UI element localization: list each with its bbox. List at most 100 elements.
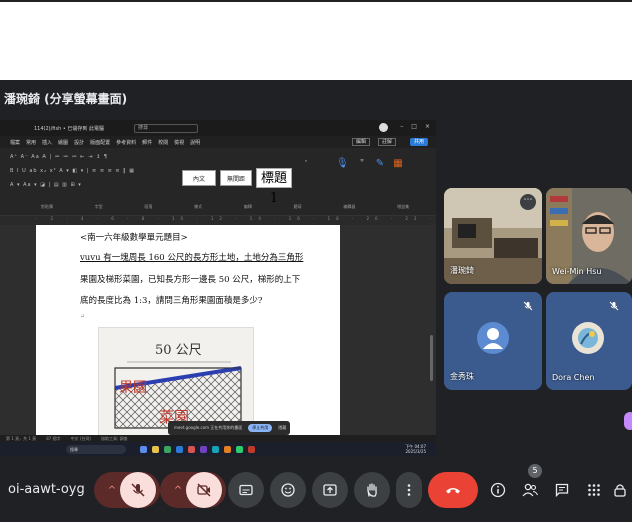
mic-toggle-button[interactable]	[120, 472, 156, 508]
chat-button[interactable]	[550, 478, 574, 502]
app-icon	[224, 445, 231, 453]
participant-tile-2[interactable]: Wei-Min Hsu	[546, 188, 632, 284]
group-label: 段落	[144, 204, 153, 209]
sensitivity-icon: ⛨	[360, 158, 364, 163]
windows-taskbar: 搜尋 下午 04:07 2025/3/25	[0, 442, 436, 456]
meeting-code: oi-aawt-oyg	[8, 482, 85, 497]
present-button[interactable]	[312, 472, 348, 508]
dictate-icon: 🎙	[336, 158, 349, 169]
minimize-icon: –	[400, 123, 404, 130]
word-search-box: 搜尋	[133, 123, 198, 133]
mic-off-icon	[520, 298, 536, 314]
participant-name: 金秀珠	[450, 372, 474, 381]
addins-icon: ▦	[393, 158, 403, 169]
info-icon	[490, 482, 506, 498]
chevron-up-icon: ^	[173, 484, 183, 496]
participant-name: Wei-Min Hsu	[552, 267, 602, 276]
captions-button[interactable]	[228, 472, 264, 508]
toast-text: meet.google.com 正在共用你的畫面	[174, 425, 243, 430]
people-button[interactable]	[518, 478, 542, 502]
captions-icon	[239, 484, 253, 496]
close-icon: ×	[424, 123, 430, 130]
present-icon	[323, 484, 337, 496]
word-menubar: 檔案 常用 插入 繪圖 設計 版面配置 參考資料 郵件 校閱 檢視 說明 編輯 …	[0, 136, 436, 148]
more-vert-icon	[407, 484, 411, 496]
doc-line: <南一六年級數學單元題目>	[80, 233, 188, 243]
group-label: 剪貼簿	[40, 204, 53, 209]
doc-line: 底的長度比為 1:3，請問三角形果園面積是多少?	[80, 296, 263, 306]
app-icon	[212, 445, 219, 453]
doc-line: 果園及梯形菜園，已知長方形一邊長 50 公尺，梯形的上下	[80, 275, 301, 285]
status-item: 中文 (台灣)	[70, 435, 91, 441]
style-no-spacing: 無間距	[220, 170, 252, 186]
clock-date: 2025/3/25	[405, 449, 426, 454]
doc-line: vuvu 有一塊周長 160 公尺的長方形土地，土地分為三角形	[80, 253, 304, 263]
call-end-icon	[446, 488, 460, 494]
apps-icon	[588, 484, 600, 496]
participant-tile-1[interactable]: ⋯ 潘琬錡	[444, 188, 542, 284]
group-label: 樣式	[194, 204, 203, 209]
chat-icon	[555, 483, 569, 498]
mic-off-icon	[131, 483, 145, 497]
word-titlebar: 114(2)/fish • 已儲存到 此電腦 搜尋 – □ ×	[0, 120, 436, 136]
menu-item: 檢視	[174, 139, 185, 146]
menu-item: 校閱	[158, 139, 169, 146]
shared-screen: 114(2)/fish • 已儲存到 此電腦 搜尋 – □ × 檔案 常用 插入…	[0, 120, 436, 456]
menu-item: 版面配置	[90, 139, 111, 146]
reactions-button[interactable]	[270, 472, 306, 508]
participant-tile-3[interactable]: 金秀珠	[444, 292, 542, 390]
group-label: 字型	[94, 204, 103, 209]
sketch-label-top: 50 公尺	[155, 343, 202, 358]
menu-item: 插入	[42, 139, 53, 146]
more-vert-icon[interactable]: ⋯	[520, 194, 536, 210]
document-scrollbar	[430, 335, 433, 381]
format-toolbar-row: B I U ab x₂ x² A ▾ ◧ ▾ | ≡ ≡ ≡ ≡ ‖ ▦	[10, 168, 135, 174]
maximize-icon: □	[411, 123, 417, 130]
raise-hand-button[interactable]	[354, 472, 390, 508]
menu-item: 設計	[74, 139, 85, 146]
participant-name: Dora Chen	[552, 373, 595, 382]
status-item: 協助工具: 調查	[100, 435, 128, 441]
more-options-button[interactable]	[396, 472, 422, 508]
style-normal: 內文	[182, 170, 216, 186]
account-avatar	[379, 123, 388, 132]
side-panel-indicator	[624, 412, 632, 430]
people-icon	[522, 483, 539, 497]
meet-window: 潘琬錡 (分享螢幕畫面) 114(2)/fish • 已儲存到 此電腦 搜尋 –…	[0, 80, 632, 522]
word-statusbar: 第 1 頁，共 1 頁 87 個字 中文 (台灣) 協助工具: 調查	[0, 435, 436, 442]
document-area: <南一六年級數學單元題目> vuvu 有一塊周長 160 公尺的長方形土地，土地…	[0, 225, 436, 435]
camera-toggle-button[interactable]	[186, 472, 222, 508]
host-controls-button[interactable]	[610, 478, 630, 502]
app-icon	[248, 445, 255, 453]
participant-count-badge: 5	[528, 464, 542, 478]
menu-item: 參考資料	[116, 139, 137, 146]
taskbar-apps	[140, 445, 255, 453]
app-icon	[164, 445, 171, 453]
ribbon-group-labels: 剪貼簿 字型 段落 樣式 編輯 聽寫 編輯器 增益集	[20, 204, 430, 210]
taskbar-search: 搜尋	[66, 444, 126, 454]
chevron-up-icon: ^	[107, 484, 117, 496]
toast-stop-button: 停止共用	[248, 424, 273, 432]
group-label: 增益集	[397, 204, 410, 209]
status-item: 第 1 頁，共 1 頁	[6, 435, 37, 441]
participant-name: 潘琬錡	[450, 266, 474, 275]
activities-button[interactable]	[582, 478, 606, 502]
app-icon	[140, 445, 147, 453]
leave-call-button[interactable]	[428, 472, 478, 508]
app-icon	[236, 445, 243, 453]
avatar	[572, 322, 604, 354]
menu-item: 郵件	[142, 139, 153, 146]
group-label: 聽寫	[293, 204, 302, 209]
camera-off-icon	[197, 483, 211, 497]
meeting-details-button[interactable]	[486, 478, 510, 502]
document-page: <南一六年級數學單元題目> vuvu 有一塊周長 160 公尺的長方形土地，土地…	[36, 225, 340, 435]
style-heading-1: 標題 1	[256, 168, 292, 206]
document-name: 114(2)/fish • 已儲存到 此電腦	[34, 125, 104, 132]
menu-item: 常用	[26, 139, 37, 146]
app-icon	[176, 445, 183, 453]
find-icon: ⌕	[304, 158, 308, 163]
toast-hide-button: 隱藏	[278, 425, 287, 430]
hand-drawn-sketch: 50 公尺 果園 菜園	[98, 327, 254, 435]
group-label: 編輯	[243, 204, 252, 209]
participant-tile-4[interactable]: Dora Chen	[546, 292, 632, 390]
